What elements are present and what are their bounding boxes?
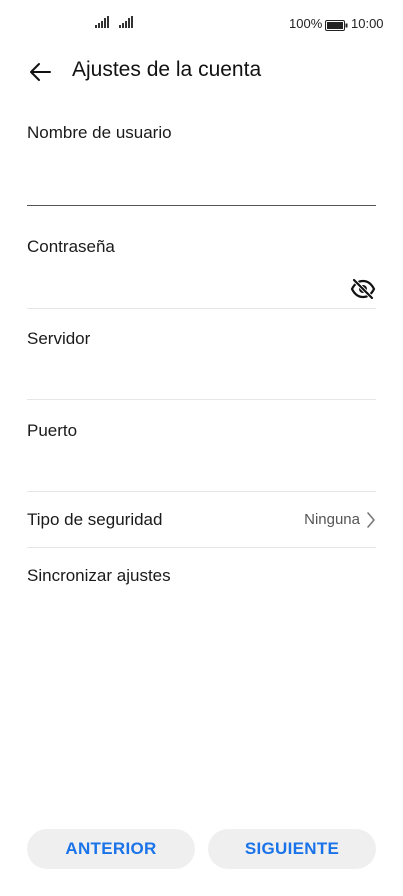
port-label: Puerto [27, 421, 78, 440]
signal-icon [95, 16, 109, 28]
password-field: Contraseña [27, 237, 376, 257]
port-input[interactable] [27, 454, 376, 484]
password-visibility-toggle[interactable] [350, 277, 376, 301]
eye-off-icon [350, 278, 376, 300]
server-field: Servidor [27, 329, 376, 349]
password-input[interactable] [27, 274, 337, 304]
arrow-left-icon [30, 63, 51, 81]
password-label: Contraseña [27, 237, 115, 256]
username-field: Nombre de usuario [27, 123, 376, 143]
back-button[interactable] [24, 56, 56, 88]
signal-icon [119, 16, 133, 28]
username-underline [27, 205, 376, 206]
sync-settings-label: Sincronizar ajustes [27, 566, 171, 585]
server-label: Servidor [27, 329, 91, 348]
page-title: Ajustes de la cuenta [72, 58, 262, 81]
previous-button[interactable]: ANTERIOR [27, 829, 195, 869]
server-divider [27, 399, 376, 400]
server-input[interactable] [27, 362, 376, 392]
security-type-label: Tipo de seguridad [27, 510, 163, 529]
status-bar: 100% 10:00 [0, 0, 403, 48]
username-input[interactable] [27, 170, 376, 200]
sync-settings-row[interactable]: Sincronizar ajustes [27, 548, 376, 604]
port-field: Puerto [27, 421, 376, 441]
next-button[interactable]: SIGUIENTE [208, 829, 376, 869]
chevron-right-icon [367, 512, 375, 528]
header: Ajustes de la cuenta [0, 52, 403, 92]
security-type-value: Ninguna [304, 511, 360, 528]
battery-icon [325, 18, 348, 36]
password-divider [27, 308, 376, 309]
security-type-row[interactable]: Tipo de seguridad Ninguna [27, 492, 376, 548]
status-time: 10:00 [351, 16, 384, 31]
username-label: Nombre de usuario [27, 123, 172, 142]
battery-percent: 100% [289, 16, 323, 31]
